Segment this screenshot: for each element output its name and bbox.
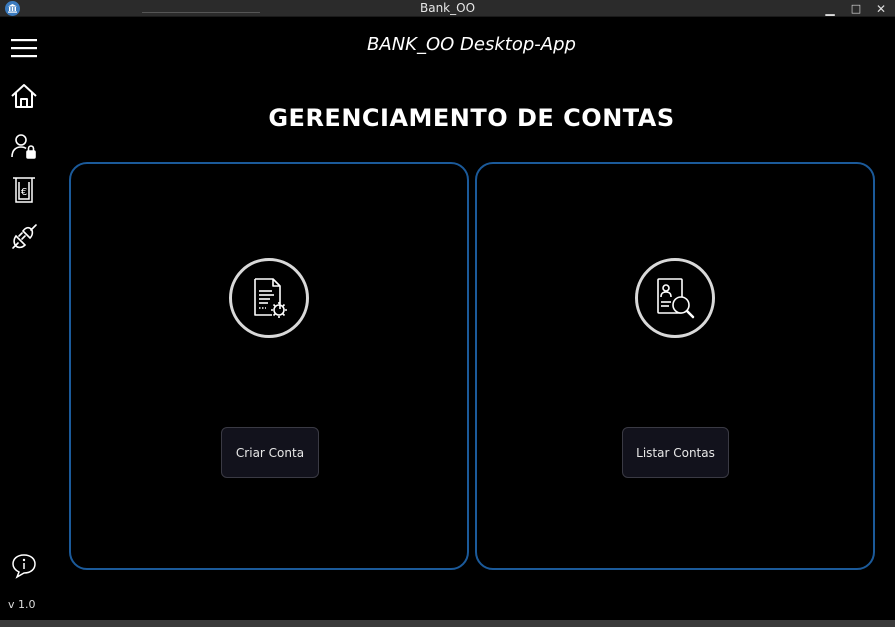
window-titlebar: Bank_OO ▁ □ ✕ (0, 0, 895, 17)
close-button[interactable]: ✕ (870, 0, 892, 17)
document-settings-icon (229, 258, 309, 338)
plug-disconnect-icon (12, 224, 37, 249)
sidebar-item-home[interactable] (6, 79, 42, 113)
create-account-card: Criar Conta (69, 162, 469, 570)
page-title: GERENCIAMENTO DE CONTAS (268, 104, 675, 132)
info-button[interactable] (6, 549, 42, 583)
sidebar: € v 1.0 (0, 17, 48, 620)
user-lock-icon (11, 134, 36, 159)
sidebar-item-plug[interactable] (6, 220, 42, 254)
euro-receipt-icon: € (13, 177, 35, 203)
minimize-button[interactable]: ▁ (819, 0, 841, 17)
sidebar-item-receipt[interactable]: € (6, 173, 42, 207)
hamburger-menu-button[interactable] (6, 31, 42, 65)
svg-text:€: € (21, 187, 27, 198)
app-title: BANK_OO Desktop-App (367, 34, 576, 55)
maximize-button[interactable]: □ (845, 0, 867, 17)
list-accounts-card: Listar Contas (475, 162, 875, 570)
info-balloon-icon (12, 554, 36, 579)
sidebar-item-user-lock[interactable] (6, 129, 42, 163)
create-account-button[interactable]: Criar Conta (221, 427, 319, 478)
hamburger-menu-icon (11, 39, 37, 58)
window-title: Bank_OO (419, 1, 476, 15)
profile-search-icon (635, 258, 715, 338)
list-accounts-button[interactable]: Listar Contas (622, 427, 729, 478)
bottom-bar (0, 620, 895, 627)
version-label: v 1.0 (8, 598, 36, 611)
home-icon (11, 84, 37, 108)
